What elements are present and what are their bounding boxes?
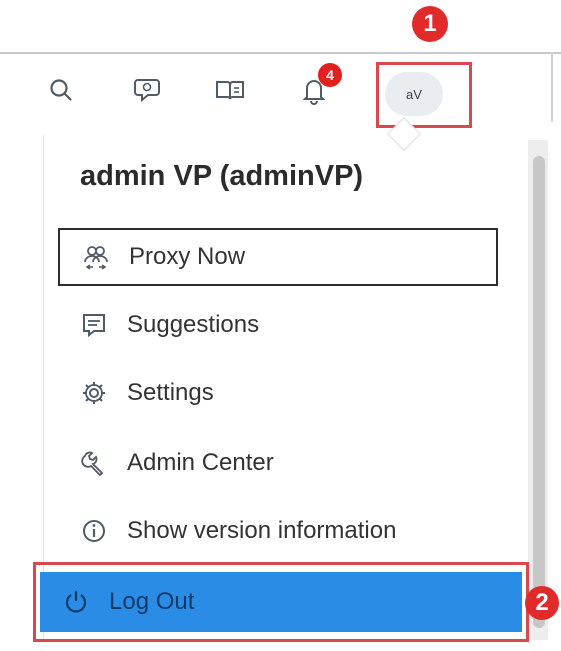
suggestions-icon	[71, 312, 117, 338]
gear-icon	[71, 380, 117, 406]
menu-item-label: Log Out	[109, 588, 195, 615]
menu-item-show-version-information[interactable]: Show version information	[58, 502, 498, 560]
menu-item-label: Settings	[127, 379, 214, 406]
proxy-icon	[73, 243, 119, 271]
book-icon[interactable]	[207, 70, 253, 110]
menu-item-admin-center[interactable]: Admin Center	[58, 434, 498, 492]
menu-item-suggestions[interactable]: Suggestions	[58, 296, 498, 354]
search-icon[interactable]	[38, 70, 84, 110]
wrench-icon	[71, 450, 117, 476]
menu-item-label: Admin Center	[127, 449, 274, 476]
step-2-marker: 2	[525, 586, 559, 620]
menu-item-proxy-now[interactable]: Proxy Now	[58, 228, 498, 286]
notification-badge: 4	[318, 63, 342, 87]
menu-item-log-out[interactable]: Log Out	[40, 572, 522, 632]
toolbar-right-border	[551, 52, 553, 122]
user-display-name: admin VP (adminVP)	[80, 160, 364, 192]
toolbar-top-border	[0, 52, 561, 54]
menu-item-label: Suggestions	[127, 311, 260, 338]
info-icon	[71, 518, 117, 544]
power-icon	[53, 588, 99, 616]
menu-item-settings[interactable]: Settings	[58, 364, 498, 422]
menu-item-label: Proxy Now	[129, 243, 246, 270]
menu-scrollbar-thumb[interactable]	[533, 156, 545, 628]
chat-icon[interactable]	[124, 70, 170, 110]
step-1-marker: 1	[412, 6, 448, 42]
avatar[interactable]: aV	[385, 72, 443, 116]
menu-item-label: Show version information	[127, 517, 397, 544]
